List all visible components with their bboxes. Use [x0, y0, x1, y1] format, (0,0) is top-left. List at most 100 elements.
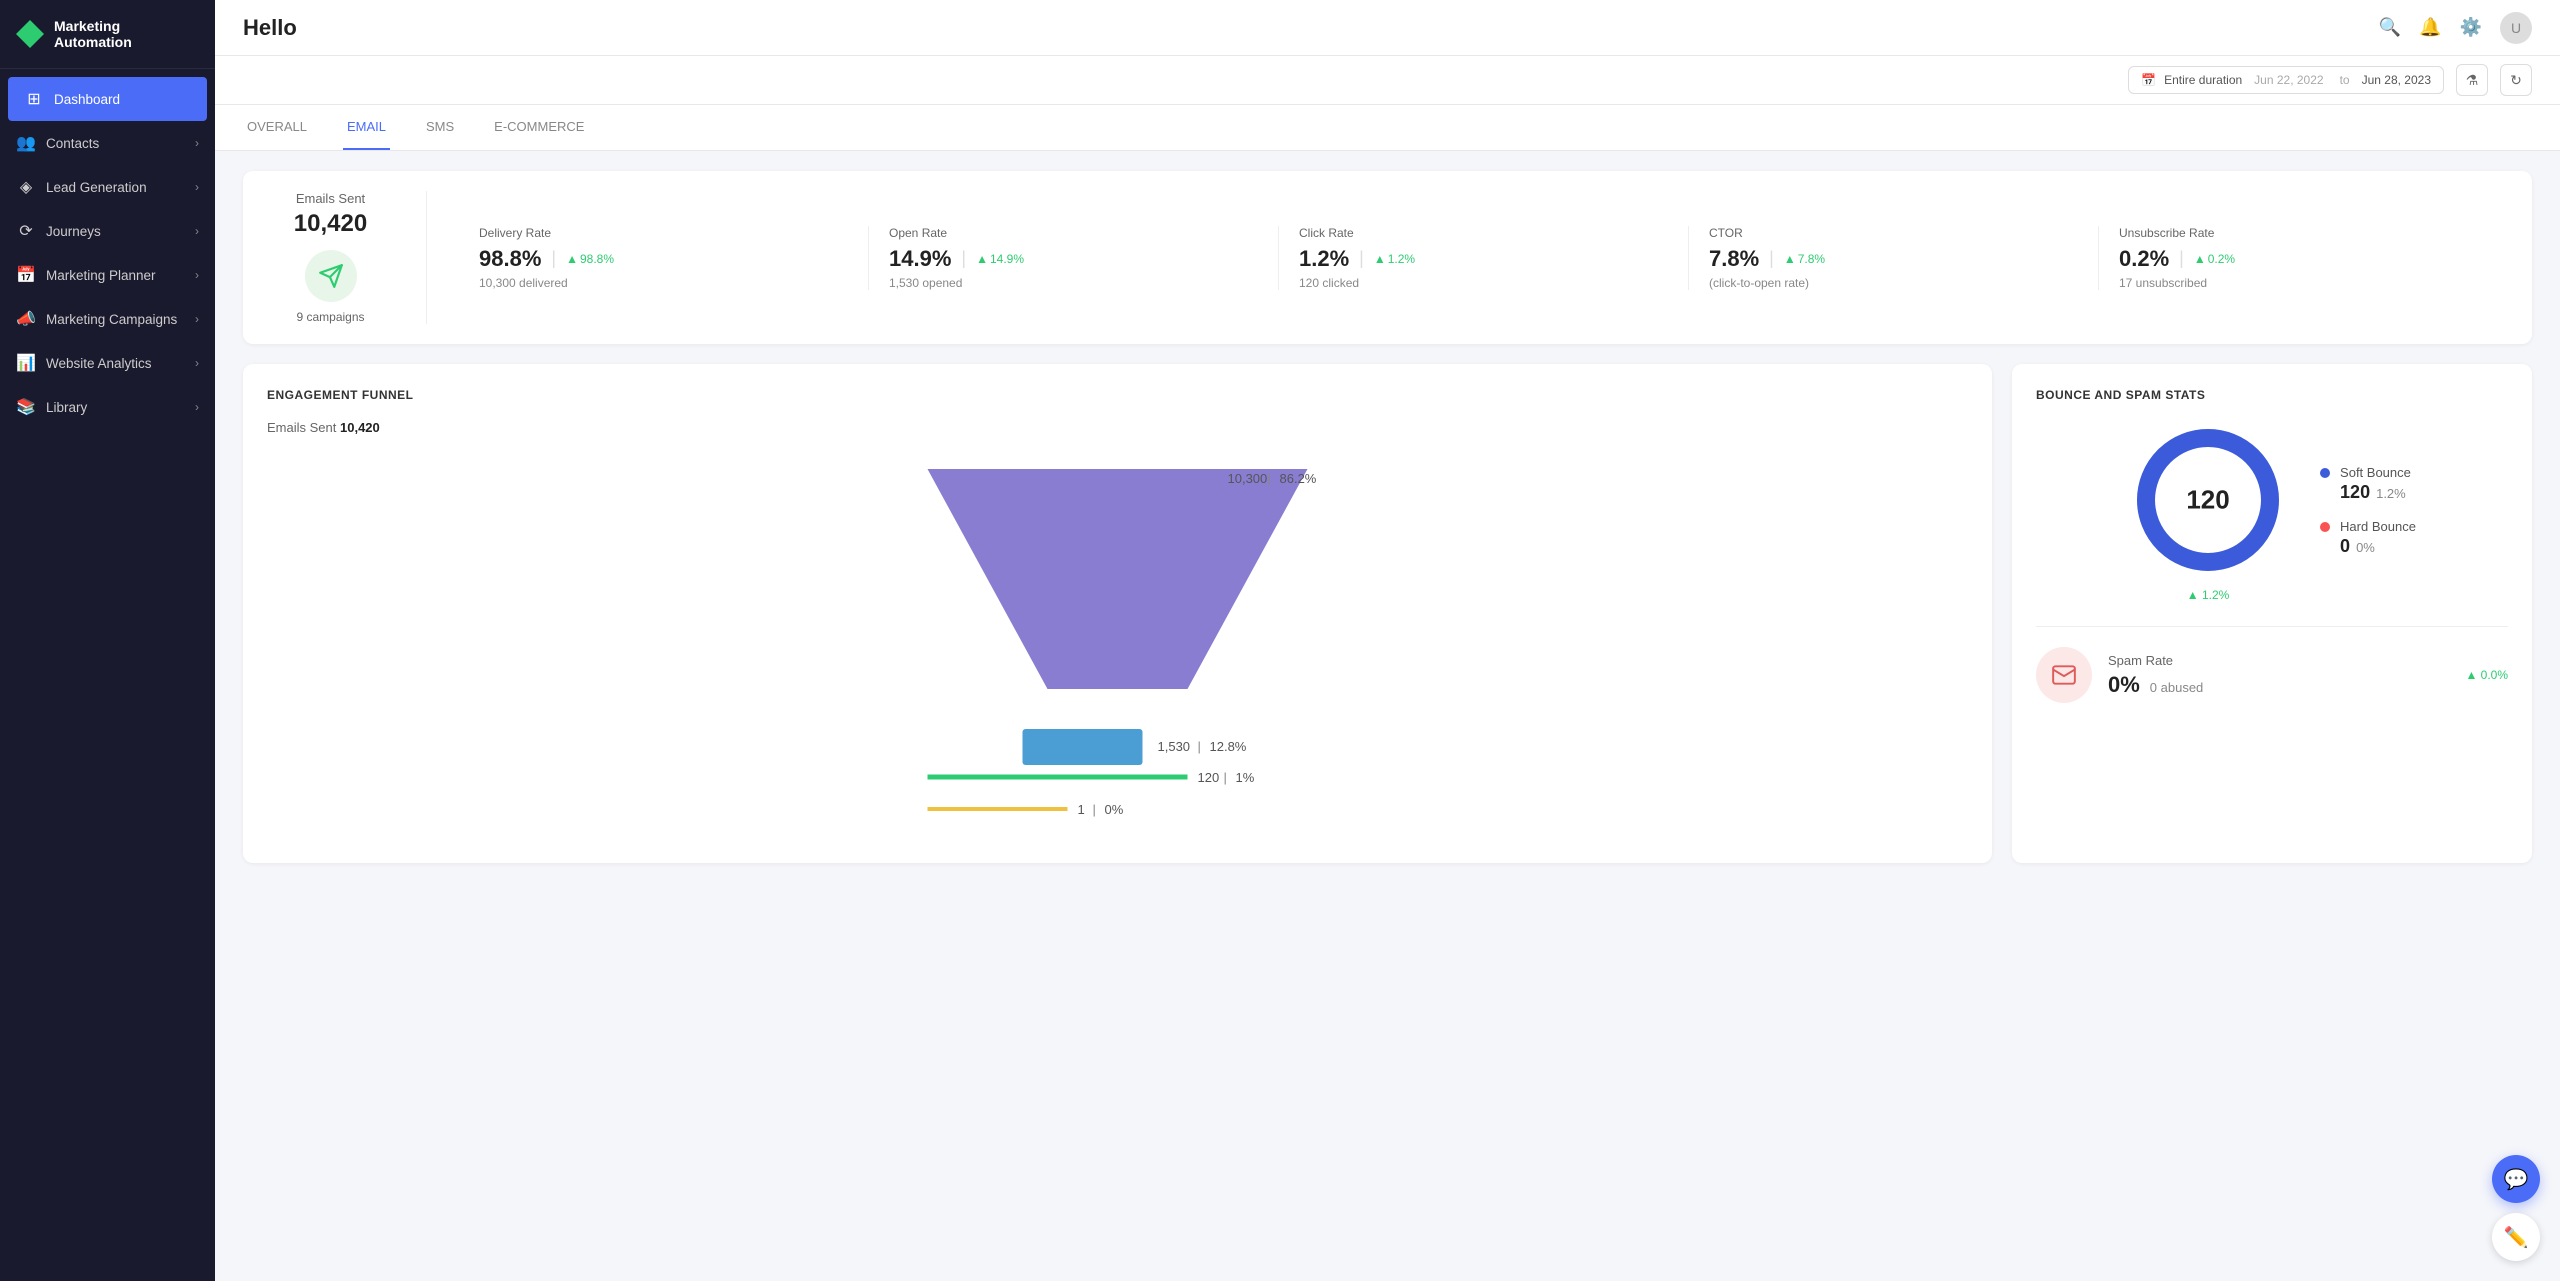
unsubscribe-rate-label: Unsubscribe Rate	[2119, 226, 2488, 240]
edit-fab[interactable]: ✏️	[2492, 1213, 2540, 1261]
filter-button[interactable]: ⚗	[2456, 64, 2488, 96]
soft-bounce-label: Soft Bounce	[2340, 465, 2411, 480]
content-area: Emails Sent 10,420 9 campaigns Delivery …	[215, 151, 2560, 1281]
svg-text:12.8%: 12.8%	[1210, 739, 1247, 754]
svg-text:|: |	[1093, 802, 1096, 817]
chevron-right-icon: ›	[195, 312, 199, 326]
tab-overall[interactable]: OVERALL	[243, 105, 311, 150]
sidebar-item-marketing-campaigns[interactable]: 📣 Marketing Campaigns ›	[0, 297, 215, 341]
refresh-button[interactable]: ↻	[2500, 64, 2532, 96]
metric-open-rate: Open Rate 14.9% | ▲ 14.9% 1,530 opened	[869, 226, 1279, 290]
open-rate-label: Open Rate	[889, 226, 1258, 240]
bounce-title: BOUNCE AND SPAM STATS	[2036, 388, 2508, 402]
svg-text:0%: 0%	[1105, 802, 1124, 817]
open-rate-value: 14.9%	[889, 246, 951, 272]
tab-ecommerce[interactable]: E-COMMERCE	[490, 105, 588, 150]
tabs-bar: OVERALL EMAIL SMS E-COMMERCE	[215, 105, 2560, 151]
sidebar-item-label: Lead Generation	[46, 180, 147, 195]
ctor-label: CTOR	[1709, 226, 2078, 240]
sidebar-item-label: Website Analytics	[46, 356, 152, 371]
bell-icon[interactable]: 🔔	[2419, 17, 2441, 38]
ctor-sub: (click-to-open rate)	[1709, 276, 2078, 290]
campaigns-icon: 📣	[16, 309, 36, 329]
svg-text:|: |	[1224, 770, 1227, 785]
search-icon[interactable]: 🔍	[2379, 17, 2401, 38]
svg-text:|: |	[1268, 471, 1271, 486]
contacts-icon: 👥	[16, 133, 36, 153]
sidebar-item-marketing-planner[interactable]: 📅 Marketing Planner ›	[0, 253, 215, 297]
sidebar-item-contacts[interactable]: 👥 Contacts ›	[0, 121, 215, 165]
unsubscribe-rate-value: 0.2%	[2119, 246, 2169, 272]
svg-text:120: 120	[1198, 770, 1220, 785]
app-title: Marketing Automation	[54, 18, 199, 50]
delivery-rate-sub: 10,300 delivered	[479, 276, 848, 290]
sidebar-item-website-analytics[interactable]: 📊 Website Analytics ›	[0, 341, 215, 385]
sidebar-item-journeys[interactable]: ⟳ Journeys ›	[0, 209, 215, 253]
tab-email[interactable]: EMAIL	[343, 105, 390, 150]
main-content: Hello 🔍 🔔 ⚙️ U 📅 Entire duration Jun 22,…	[215, 0, 2560, 1281]
date-range-label: Entire duration	[2164, 73, 2242, 87]
avatar[interactable]: U	[2500, 12, 2532, 44]
unsubscribe-rate-sub: 17 unsubscribed	[2119, 276, 2488, 290]
analytics-icon: 📊	[16, 353, 36, 373]
soft-bounce-num: 120	[2340, 482, 2370, 503]
two-col-section: ENGAGEMENT FUNNEL Emails Sent 10,420	[243, 364, 2532, 863]
funnel-chart: 10,300 | 86.2% 1,530 | 12.8% 120 | 1% 1 …	[267, 459, 1968, 839]
delivery-rate-trend: ▲ 98.8%	[566, 252, 614, 266]
chat-fab[interactable]: 💬	[2492, 1155, 2540, 1203]
spam-rate-value: 0%	[2108, 672, 2140, 698]
svg-text:1,530: 1,530	[1158, 739, 1191, 754]
sidebar-item-dashboard[interactable]: ⊞ Dashboard	[8, 77, 207, 121]
open-rate-trend: ▲ 14.9%	[976, 252, 1024, 266]
unsubscribe-rate-trend: ▲ 0.2%	[2194, 252, 2235, 266]
planner-icon: 📅	[16, 265, 36, 285]
date-range-picker[interactable]: 📅 Entire duration Jun 22, 2022 to Jun 28…	[2128, 66, 2444, 94]
separator: |	[961, 248, 966, 269]
chevron-right-icon: ›	[195, 180, 199, 194]
click-rate-trend: ▲ 1.2%	[1374, 252, 1415, 266]
chevron-right-icon: ›	[195, 224, 199, 238]
send-icon	[318, 263, 344, 289]
sidebar-item-lead-generation[interactable]: ◈ Lead Generation ›	[0, 165, 215, 209]
click-rate-value: 1.2%	[1299, 246, 1349, 272]
svg-text:1%: 1%	[1236, 770, 1255, 785]
date-range-from: Jun 22, 2022	[2254, 73, 2323, 87]
open-rate-sub: 1,530 opened	[889, 276, 1258, 290]
delivery-rate-label: Delivery Rate	[479, 226, 848, 240]
spam-info: Spam Rate 0% 0 abused	[2108, 653, 2465, 698]
sidebar: Marketing Automation ⊞ Dashboard 👥 Conta…	[0, 0, 215, 1281]
sidebar-item-label: Contacts	[46, 136, 99, 151]
gear-icon[interactable]: ⚙️	[2460, 17, 2482, 38]
emails-sent-box: Emails Sent 10,420 9 campaigns	[267, 191, 427, 324]
svg-text:1: 1	[1078, 802, 1085, 817]
lead-gen-icon: ◈	[16, 177, 36, 197]
metric-unsubscribe-rate: Unsubscribe Rate 0.2% | ▲ 0.2% 17 unsubs…	[2099, 226, 2508, 290]
sidebar-item-label: Dashboard	[54, 92, 120, 107]
funnel-title: ENGAGEMENT FUNNEL	[267, 388, 1968, 402]
chevron-right-icon: ›	[195, 400, 199, 414]
sidebar-nav: ⊞ Dashboard 👥 Contacts › ◈ Lead Generati…	[0, 69, 215, 1281]
svg-text:10,300: 10,300	[1228, 471, 1268, 486]
sidebar-item-library[interactable]: 📚 Library ›	[0, 385, 215, 429]
stats-metrics: Delivery Rate 98.8% | ▲ 98.8% 10,300 del…	[459, 226, 2508, 290]
svg-text:|: |	[1198, 739, 1201, 754]
spam-icon-wrap	[2036, 647, 2092, 703]
emails-sent-label: Emails Sent	[296, 191, 365, 206]
separator: |	[551, 248, 556, 269]
funnel-subtitle: Emails Sent 10,420	[267, 420, 1968, 435]
date-range-bar: 📅 Entire duration Jun 22, 2022 to Jun 28…	[215, 56, 2560, 105]
tab-sms[interactable]: SMS	[422, 105, 458, 150]
sidebar-item-label: Journeys	[46, 224, 101, 239]
ctor-trend: ▲ 7.8%	[1784, 252, 1825, 266]
bounce-panel: BOUNCE AND SPAM STATS 120 ▲ 1.2%	[2012, 364, 2532, 863]
hard-bounce-pct: 0%	[2356, 540, 2375, 555]
soft-bounce-pct: 1.2%	[2376, 486, 2406, 501]
sidebar-item-label: Marketing Planner	[46, 268, 156, 283]
donut-chart: 120	[2128, 420, 2288, 580]
dashboard-icon: ⊞	[24, 89, 44, 109]
separator: |	[2179, 248, 2184, 269]
donut-center-value: 120	[2186, 485, 2229, 516]
topbar: Hello 🔍 🔔 ⚙️ U	[215, 0, 2560, 56]
chevron-right-icon: ›	[195, 356, 199, 370]
emails-sent-value: 10,420	[294, 210, 367, 238]
